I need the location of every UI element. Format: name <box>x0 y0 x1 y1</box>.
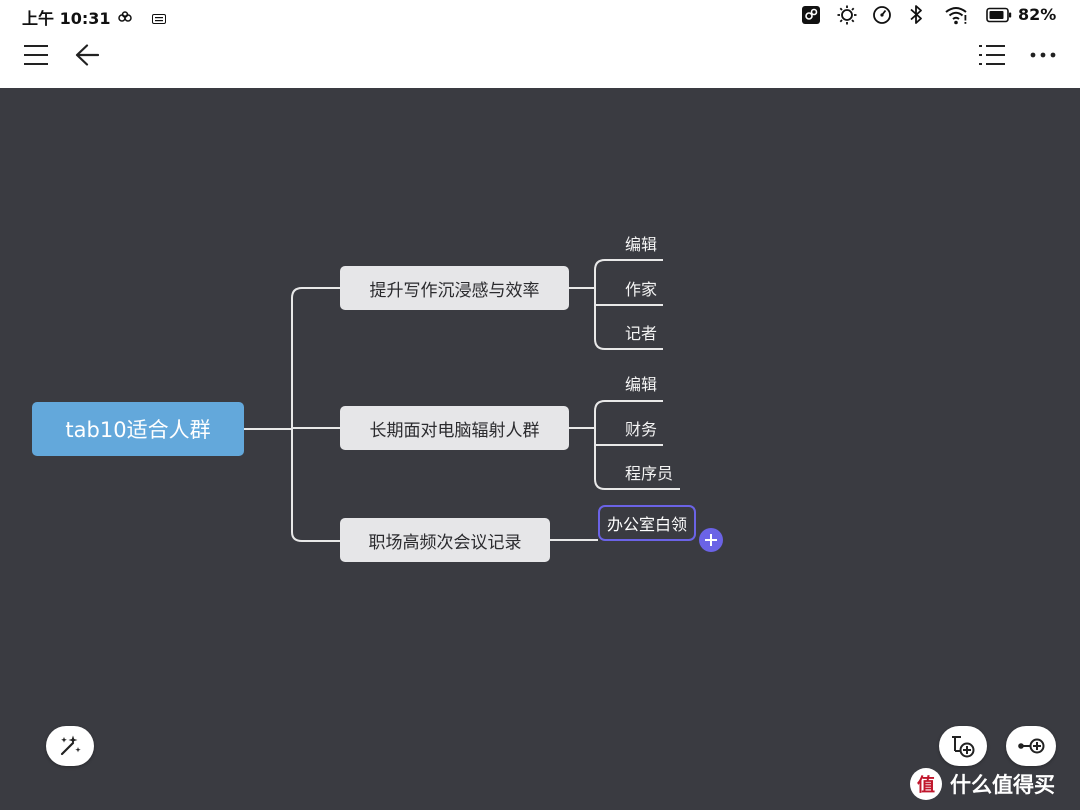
leaf-node-editor-2[interactable]: 编辑 <box>625 371 657 395</box>
watermark-text: 什么值得买 <box>950 773 1055 797</box>
leaf-node-journalist[interactable]: 记者 <box>625 320 657 344</box>
leaf-node-writer[interactable]: 作家 <box>625 276 657 300</box>
magic-wand-icon <box>60 735 81 756</box>
add-subtopic-icon <box>952 736 975 758</box>
leaf-node-editor-1[interactable]: 编辑 <box>625 231 657 255</box>
watermark-badge: 值 <box>910 768 942 800</box>
branch-node-computer-radiation[interactable]: 长期面对电脑辐射人群 <box>340 406 569 450</box>
selected-node-office-worker[interactable]: 办公室白领 <box>598 505 696 541</box>
magic-wand-button[interactable] <box>46 726 94 766</box>
branch-node-writing-immersion[interactable]: 提升写作沉浸感与效率 <box>340 266 569 310</box>
mindmap-root-node[interactable]: tab10适合人群 <box>32 402 244 456</box>
watermark: 值 什么值得买 <box>910 764 1055 804</box>
add-topic-button[interactable] <box>1006 726 1056 766</box>
leaf-node-programmer[interactable]: 程序员 <box>625 460 673 484</box>
add-subtopic-button[interactable] <box>939 726 987 766</box>
branch-node-meeting-notes[interactable]: 职场高频次会议记录 <box>340 518 550 562</box>
plus-icon <box>705 534 717 546</box>
add-topic-icon <box>1018 738 1045 754</box>
add-child-button[interactable] <box>699 528 723 552</box>
leaf-node-finance[interactable]: 财务 <box>625 416 657 440</box>
